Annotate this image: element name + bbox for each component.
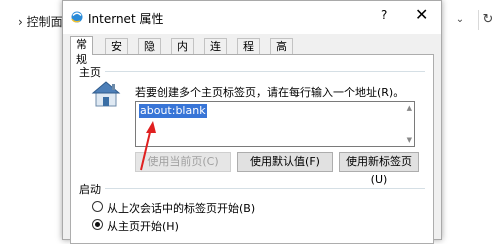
home-page-address-value: about:blank (139, 104, 207, 118)
home-icon (91, 81, 121, 107)
radio-last-session-label[interactable]: 从上次会话中的标签页开始(B) (107, 200, 255, 216)
general-tab-panel: 主页 若要创建多个主页标签页，请在每行输入一个地址(R)。 about:blan… (70, 54, 434, 244)
radio-selected-dot (95, 222, 100, 227)
use-current-page-button[interactable]: 使用当前页(C) (135, 152, 231, 172)
home-instruction: 若要创建多个主页标签页，请在每行输入一个地址(R)。 (135, 86, 405, 99)
radio-last-session[interactable] (92, 201, 103, 212)
title-bar[interactable]: Internet 属性 ? ✕ (63, 1, 441, 34)
tab-content[interactable]: 内容 (171, 38, 194, 68)
scroll-up-icon[interactable]: ▲ (407, 104, 412, 112)
home-group-divider (105, 71, 425, 72)
dialog-title: Internet 属性 (88, 12, 164, 26)
tab-connections[interactable]: 连接 (204, 38, 227, 68)
internet-options-icon (71, 11, 83, 23)
startup-group-title: 启动 (79, 183, 101, 196)
internet-options-dialog: Internet 属性 ? ✕ 常规 安全 隐私 内容 连接 程序 高级 主页 … (62, 0, 442, 244)
use-new-tab-button[interactable]: 使用新标签页(U) (339, 152, 419, 186)
tab-programs[interactable]: 程序 (237, 38, 260, 68)
close-button[interactable]: ✕ (415, 5, 428, 24)
tab-privacy[interactable]: 隐私 (138, 38, 161, 68)
tab-security[interactable]: 安全 (105, 38, 128, 68)
refresh-icon[interactable]: ↻ (478, 10, 497, 30)
use-default-button[interactable]: 使用默认值(F) (237, 152, 333, 172)
radio-home-page[interactable] (92, 219, 103, 230)
tab-general[interactable]: 常规 (70, 36, 93, 66)
home-page-address-field[interactable]: about:blank ▲ ▼ (135, 101, 415, 147)
scroll-down-icon[interactable]: ▼ (407, 136, 412, 144)
chevron-down-icon[interactable]: ⌄ (452, 10, 468, 30)
breadcrumb-separator: › (18, 15, 23, 29)
help-button[interactable]: ? (381, 8, 387, 22)
tab-advanced[interactable]: 高级 (270, 38, 293, 68)
radio-home-page-label[interactable]: 从主页开始(H) (107, 218, 179, 234)
startup-group-divider (105, 188, 425, 189)
